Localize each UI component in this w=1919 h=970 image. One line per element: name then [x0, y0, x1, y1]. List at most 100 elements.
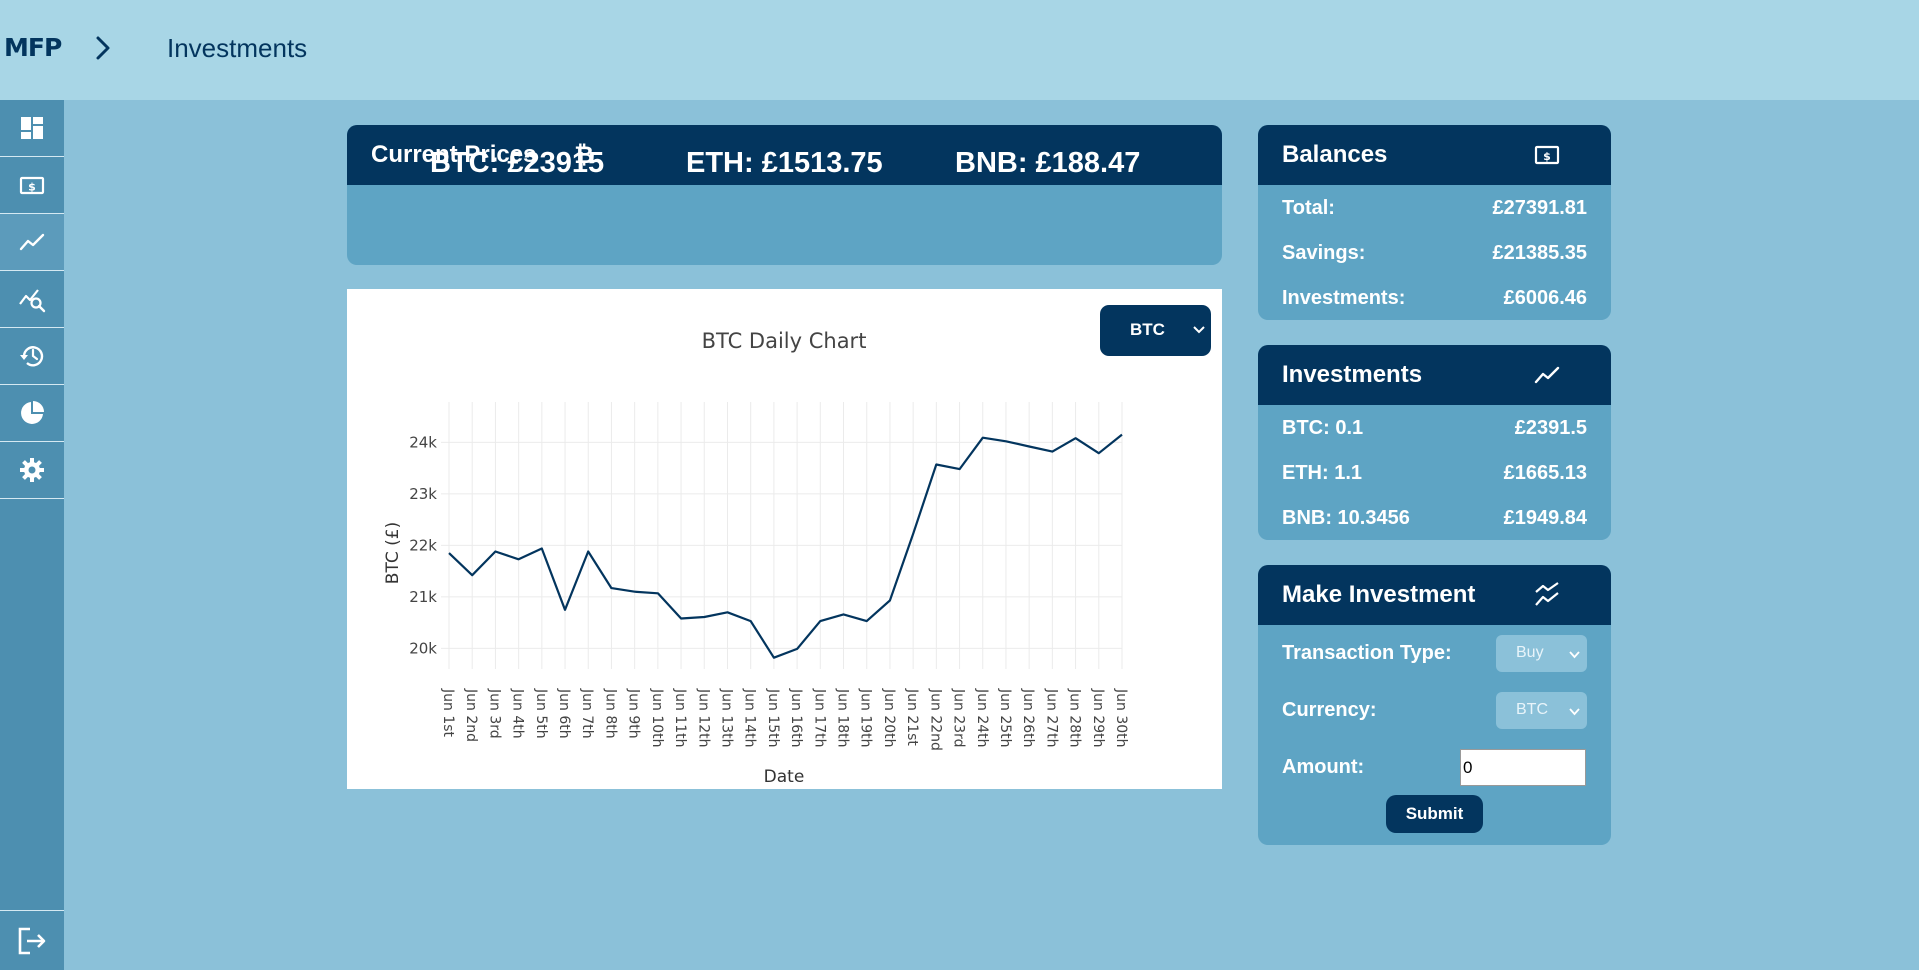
sidebar-item-budget[interactable]: [0, 385, 64, 442]
investment-value: £1949.84: [1503, 507, 1587, 529]
x-tick-label: Jun 20th: [881, 688, 897, 748]
balances-header: Balances $: [1258, 125, 1611, 185]
investment-row-bnb: BNB: 10.3456 £1949.84: [1282, 507, 1587, 537]
x-tick-label: Jun 12th: [695, 688, 711, 748]
y-tick-label: 22k: [409, 536, 437, 554]
app-logo[interactable]: MFP: [4, 33, 62, 62]
currency-label: Currency:: [1282, 699, 1377, 721]
btc-price: BTC: £23915: [430, 147, 605, 179]
x-tick-label: Jun 7th: [579, 688, 595, 739]
logout-button[interactable]: [0, 910, 64, 970]
x-tick-label: Jun 1st: [440, 688, 456, 738]
btc-price-series-line: [448, 433, 1123, 659]
sidebar-item-settings[interactable]: [0, 442, 64, 499]
x-tick-label: Jun 3rd: [486, 688, 502, 739]
investment-value: £2391.5: [1514, 417, 1587, 439]
amount-label: Amount:: [1282, 756, 1365, 778]
trend-line-icon: [19, 233, 45, 251]
balances-title: Balances: [1282, 141, 1388, 168]
bnb-price: BNB: £188.47: [955, 147, 1141, 179]
top-bar: MFP Investments: [0, 0, 1919, 100]
svg-text:$: $: [1543, 150, 1551, 163]
balance-row-investments: Investments: £6006.46: [1282, 287, 1587, 317]
x-tick-label: Jun 8th: [602, 688, 618, 739]
chart-search-icon: [19, 289, 46, 313]
x-tick-label: Jun 27th: [1043, 688, 1059, 748]
chart-title: BTC Daily Chart: [702, 329, 867, 353]
chart-currency-select[interactable]: BTC: [1100, 305, 1211, 356]
x-axis-label: Date: [764, 767, 805, 787]
x-tick-label: Jun 22nd: [927, 688, 943, 751]
chevron-down-icon: [1569, 708, 1580, 716]
amount-input[interactable]: [1460, 749, 1586, 786]
x-tick-label: Jun 17th: [811, 688, 827, 748]
chevron-right-icon: [96, 36, 110, 60]
investment-label: ETH: 1.1: [1282, 462, 1363, 484]
investment-row-btc: BTC: 0.1 £2391.5: [1282, 417, 1587, 447]
investment-label: BNB: 10.3456: [1282, 507, 1410, 529]
sidebar-item-analysis[interactable]: [0, 271, 64, 328]
x-tick-label: Jun 9th: [626, 688, 642, 739]
x-tick-label: Jun 5th: [533, 688, 549, 739]
balance-value: £6006.46: [1503, 287, 1587, 309]
btc-line-chart: BTC Daily Chart 20k 21k 22k 23k 24k Jun 1st J…: [383, 329, 1129, 787]
x-tick-label: Jun 26th: [1020, 688, 1036, 748]
transaction-type-select[interactable]: Buy: [1496, 635, 1587, 672]
x-tick-label: Jun 19th: [858, 688, 874, 748]
history-icon: [20, 346, 44, 367]
balance-label: Savings:: [1282, 242, 1366, 264]
logout-icon: [18, 927, 46, 954]
x-tick-label: Jun 24th: [974, 688, 990, 748]
sidebar-item-investments[interactable]: [0, 214, 64, 271]
y-tick-label: 24k: [409, 433, 437, 451]
balance-value: £21385.35: [1492, 242, 1587, 264]
chevron-down-icon: [1569, 651, 1580, 659]
currency-select[interactable]: BTC: [1496, 692, 1587, 729]
submit-button[interactable]: Submit: [1386, 795, 1483, 833]
eth-price: ETH: £1513.75: [686, 147, 883, 179]
y-tick-label: 20k: [409, 639, 437, 657]
investments-card: Investments BTC: 0.1 £2391.5 ETH: 1.1 £1…: [1258, 345, 1611, 540]
y-tick-label: 21k: [409, 588, 437, 606]
transaction-type-label: Transaction Type:: [1282, 642, 1452, 664]
balance-label: Investments:: [1282, 287, 1406, 309]
x-tick-label: Jun 21st: [904, 688, 920, 746]
sidebar-item-dashboard[interactable]: [0, 100, 64, 157]
investments-header: Investments: [1258, 345, 1611, 405]
x-tick-label: Jun 29th: [1090, 688, 1106, 748]
investment-label: BTC: 0.1: [1282, 417, 1364, 439]
sidebar-item-savings[interactable]: $: [0, 157, 64, 214]
balance-value: £27391.81: [1492, 197, 1587, 219]
x-tick-label: Jun 13th: [718, 688, 734, 748]
x-tick-label: Jun 28th: [1067, 688, 1083, 748]
sidebar-item-history[interactable]: [0, 328, 64, 385]
double-trend-icon: [1535, 582, 1559, 606]
investment-row-eth: ETH: 1.1 £1665.13: [1282, 462, 1587, 492]
chart-currency-value: BTC: [1130, 320, 1165, 339]
current-prices-card: Current Prices ₿ BTC: £23915 ETH: £1513.…: [347, 125, 1222, 265]
x-tick-label: Jun 15th: [765, 688, 781, 748]
make-investment-title: Make Investment: [1282, 581, 1476, 608]
x-tick-label: Jun 18th: [835, 688, 851, 748]
y-axis-label: BTC (£): [383, 522, 403, 584]
make-investment-header: Make Investment: [1258, 565, 1611, 625]
cash-icon: $: [1534, 145, 1560, 165]
x-tick-label: Jun 2nd: [463, 688, 479, 742]
x-tick-label: Jun 4th: [510, 688, 526, 739]
transaction-type-value: Buy: [1516, 644, 1544, 661]
investment-value: £1665.13: [1503, 462, 1587, 484]
chevron-down-icon: [1193, 326, 1205, 334]
balance-row-savings: Savings: £21385.35: [1282, 242, 1587, 272]
page-title: Investments: [167, 33, 308, 63]
trend-line-icon: [1534, 366, 1560, 384]
y-tick-label: 23k: [409, 485, 437, 503]
x-tick-label: Jun 16th: [788, 688, 804, 748]
gear-icon: [20, 458, 44, 482]
dashboard-icon: [21, 117, 43, 139]
investments-title: Investments: [1282, 361, 1423, 388]
x-tick-label: Jun 25th: [997, 688, 1013, 748]
x-tick-label: Jun 10th: [649, 688, 665, 748]
pie-chart-icon: [21, 401, 44, 424]
currency-value: BTC: [1516, 701, 1548, 718]
cash-icon: $: [19, 176, 45, 195]
